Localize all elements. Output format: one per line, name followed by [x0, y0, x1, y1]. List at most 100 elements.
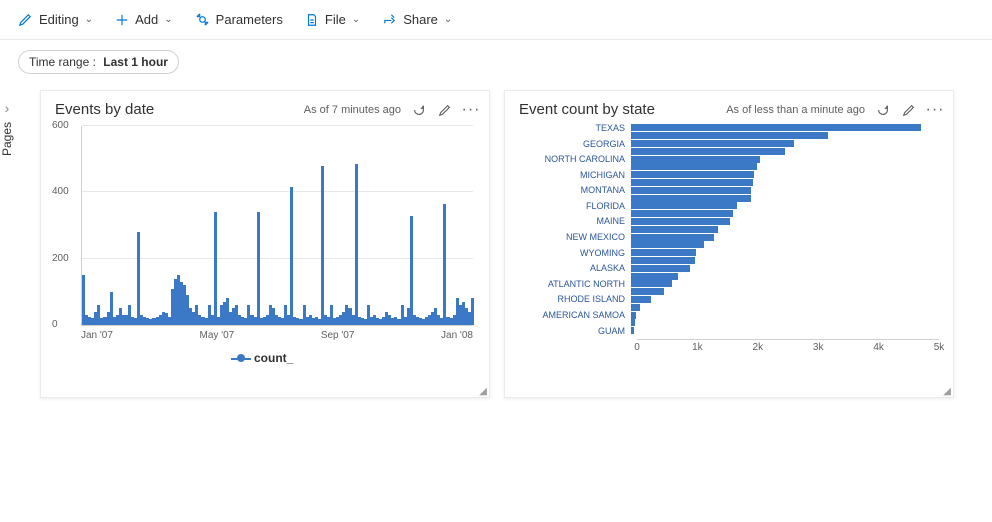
hbar-fill: [631, 288, 664, 295]
hbar-row[interactable]: WYOMING: [511, 249, 939, 257]
hbar-row[interactable]: FLORIDA: [511, 202, 939, 210]
chart-legend: count_: [41, 351, 489, 365]
hbar-label: RHODE ISLAND: [511, 294, 631, 304]
xtick: May '07: [200, 330, 235, 341]
xaxis: 01k2k3k4k5k: [637, 339, 939, 355]
ytick: 0: [52, 319, 58, 330]
ytick: 600: [52, 120, 69, 131]
file-icon: [305, 13, 319, 27]
xtick: Jan '08: [441, 330, 473, 341]
hbar-fill: [631, 312, 636, 319]
events-by-date-chart[interactable]: 600 400 200 0: [81, 126, 473, 326]
share-button[interactable]: Share ⌄: [382, 12, 452, 27]
more-icon[interactable]: ···: [927, 102, 943, 118]
xtick: 4k: [873, 342, 884, 353]
hbar-row[interactable]: MAINE: [511, 218, 939, 226]
time-range-label: Time range: [29, 55, 89, 69]
hbar-fill: [631, 265, 690, 272]
hbar-fill: [631, 273, 678, 280]
bar[interactable]: [290, 187, 293, 325]
hbar-fill: [631, 304, 640, 311]
bar[interactable]: [137, 232, 140, 325]
card-title: Event count by state: [519, 101, 655, 118]
xtick: 1k: [692, 342, 703, 353]
hbar-row[interactable]: TEXAS: [511, 124, 939, 132]
xtick: 5k: [934, 342, 945, 353]
hbar-label: ALASKA: [511, 263, 631, 273]
bar[interactable]: [214, 212, 217, 325]
refresh-icon[interactable]: [411, 102, 427, 118]
pages-expand-icon[interactable]: ›: [5, 100, 10, 118]
chevron-down-icon: ⌄: [352, 14, 360, 25]
card-header: Event count by state As of less than a m…: [505, 91, 953, 124]
bar[interactable]: [257, 212, 260, 325]
hbar-fill: [631, 296, 651, 303]
resize-grip-icon[interactable]: ◢: [943, 386, 951, 397]
cards-area: Events by date As of 7 minutes ago ··· 6…: [40, 90, 970, 398]
bar[interactable]: [321, 166, 324, 325]
hbar-fill: [631, 226, 718, 233]
hbar-row[interactable]: GEORGIA: [511, 140, 939, 148]
bar[interactable]: [355, 164, 358, 325]
hbar-row[interactable]: ALASKA: [511, 264, 939, 272]
hbar-fill: [631, 241, 704, 248]
hbar-fill: [631, 179, 753, 186]
bar[interactable]: [410, 216, 413, 325]
hbar-fill: [631, 148, 785, 155]
hbar-fill: [631, 202, 737, 209]
share-label: Share: [403, 12, 438, 27]
add-label: Add: [135, 12, 158, 27]
legend-marker-icon: [237, 354, 245, 362]
hbar-row[interactable]: NORTH CAROLINA: [511, 155, 939, 163]
hbar-row[interactable]: MICHIGAN: [511, 171, 939, 179]
chevron-down-icon: ⌄: [85, 14, 93, 25]
hbar-row[interactable]: MONTANA: [511, 186, 939, 194]
hbar-row[interactable]: GUAM: [511, 327, 939, 335]
parameters-button[interactable]: Parameters: [195, 12, 283, 27]
editing-label: Editing: [39, 12, 79, 27]
plus-icon: [115, 13, 129, 27]
resize-grip-icon[interactable]: ◢: [479, 386, 487, 397]
edit-tile-icon[interactable]: [901, 102, 917, 118]
more-icon[interactable]: ···: [463, 102, 479, 118]
legend-series-label: count_: [254, 351, 293, 365]
toolbar: Editing ⌄ Add ⌄ Parameters File ⌄ Share …: [0, 0, 992, 40]
editing-button[interactable]: Editing ⌄: [18, 12, 93, 27]
ytick: 200: [52, 253, 69, 264]
hbar-label: NEW MEXICO: [511, 232, 631, 242]
event-count-by-state-chart[interactable]: TEXAS GEORGIA NORTH CAROLINA MICHIGAN MONTAN…: [505, 124, 953, 335]
hbar-fill: [631, 124, 921, 131]
xtick: 0: [634, 342, 640, 353]
file-label: File: [325, 12, 346, 27]
card-asof: As of 7 minutes ago: [304, 104, 401, 116]
file-button[interactable]: File ⌄: [305, 12, 360, 27]
pages-label[interactable]: Pages: [0, 122, 14, 156]
hbar-label: GUAM: [511, 326, 631, 336]
chevron-down-icon: ⌄: [444, 14, 452, 25]
hbar-label: AMERICAN SAMOA: [511, 310, 631, 320]
refresh-icon[interactable]: [875, 102, 891, 118]
hbar-row[interactable]: RHODE ISLAND: [511, 296, 939, 304]
parameters-label: Parameters: [216, 12, 283, 27]
share-icon: [382, 12, 397, 27]
pages-tab: › Pages: [0, 100, 14, 156]
hbar-label: MICHIGAN: [511, 170, 631, 180]
hbar-row[interactable]: NEW MEXICO: [511, 233, 939, 241]
hbar-fill: [631, 156, 760, 163]
xtick: Jan '07: [81, 330, 113, 341]
bar[interactable]: [443, 204, 446, 325]
hbar-fill: [631, 234, 714, 241]
card-events-by-date: Events by date As of 7 minutes ago ··· 6…: [40, 90, 490, 398]
hbar-label: WYOMING: [511, 248, 631, 258]
time-range-pill[interactable]: Time range : Last 1 hour: [18, 50, 179, 74]
hbar-label: NORTH CAROLINA: [511, 154, 631, 164]
hbar-row[interactable]: AMERICAN SAMOA: [511, 311, 939, 319]
add-button[interactable]: Add ⌄: [115, 12, 173, 27]
card-header: Events by date As of 7 minutes ago ···: [41, 91, 489, 124]
hbar-fill: [631, 187, 751, 194]
time-range-value: Last 1 hour: [103, 55, 168, 69]
bar[interactable]: [471, 298, 474, 325]
edit-tile-icon[interactable]: [437, 102, 453, 118]
hbar-fill: [631, 195, 751, 202]
hbar-row[interactable]: ATLANTIC NORTH: [511, 280, 939, 288]
